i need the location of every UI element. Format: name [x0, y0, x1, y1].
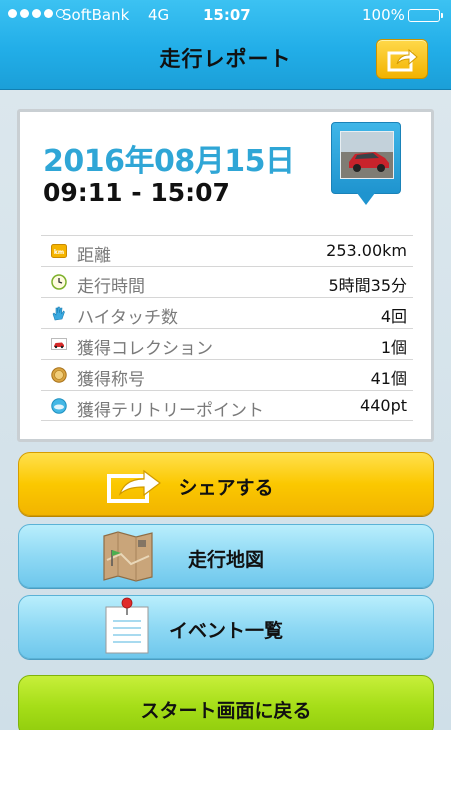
stat-value: 4回: [380, 307, 407, 326]
stat-label: 獲得称号: [77, 370, 145, 390]
stat-row-distance: km 距離 253.00km: [41, 235, 413, 266]
car-photo: [340, 131, 394, 179]
back-to-start-label: スタート画面に戻る: [140, 700, 312, 722]
km-icon: km: [51, 244, 67, 258]
stat-label: 獲得コレクション: [77, 339, 213, 359]
share-icon: [387, 48, 418, 72]
network-type: 4G: [148, 6, 170, 24]
report-card: 2016年08月15日 09:11 - 15:07 km 距離 253.00km…: [17, 109, 434, 442]
photo-pin[interactable]: [331, 122, 401, 212]
event-list-button[interactable]: イベント一覧: [18, 595, 434, 659]
svg-text:km: km: [54, 249, 64, 256]
stats-list: km 距離 253.00km 走行時間 5時間35分 ハイタッチ数 4回 獲得コ…: [41, 235, 413, 421]
stat-label: ハイタッチ数: [77, 308, 178, 328]
stat-row-titles: 獲得称号 41個: [41, 359, 413, 390]
back-to-start-button[interactable]: スタート画面に戻る: [18, 675, 434, 730]
stat-label: 獲得テリトリーポイント: [77, 401, 264, 421]
spot-icon: [51, 398, 67, 414]
clock-icon: [51, 274, 67, 290]
battery-percent: 100%: [362, 6, 405, 24]
car-icon: [51, 338, 67, 350]
stat-value: 41個: [370, 369, 407, 388]
stat-row-high-touch: ハイタッチ数 4回: [41, 297, 413, 328]
carrier-name: SoftBank: [62, 6, 130, 24]
header-bar: SoftBank 4G 15:07 100% 走行レポート: [0, 0, 451, 90]
drive-map-label: 走行地図: [187, 549, 264, 571]
event-list-label: イベント一覧: [168, 620, 283, 642]
share-top-button[interactable]: [376, 39, 428, 79]
app-screen: SoftBank 4G 15:07 100% 走行レポート 2016年08月15…: [0, 0, 451, 730]
medal-icon: [51, 367, 67, 383]
stat-row-drive-time: 走行時間 5時間35分: [41, 266, 413, 297]
report-time-range: 09:11 - 15:07: [43, 178, 230, 207]
stat-label: 走行時間: [77, 277, 145, 297]
stat-row-territory: 獲得テリトリーポイント 440pt: [41, 390, 413, 421]
stat-label: 距離: [77, 246, 111, 266]
status-bar: SoftBank 4G 15:07 100%: [0, 0, 451, 30]
signal-strength-icon: [8, 9, 65, 18]
battery-icon: [408, 9, 443, 22]
stat-value: 1個: [380, 338, 407, 357]
share-button-label: シェアする: [178, 477, 274, 499]
stat-value: 440pt: [360, 396, 407, 415]
share-button[interactable]: シェアする: [18, 452, 434, 516]
stat-value: 253.00km: [326, 241, 407, 260]
status-time: 15:07: [203, 6, 251, 24]
hand-icon: [52, 306, 65, 321]
drive-map-button[interactable]: 走行地図: [18, 524, 434, 588]
report-date: 2016年08月15日: [43, 144, 295, 179]
stat-row-collection: 獲得コレクション 1個: [41, 328, 413, 359]
stat-value: 5時間35分: [328, 276, 407, 295]
